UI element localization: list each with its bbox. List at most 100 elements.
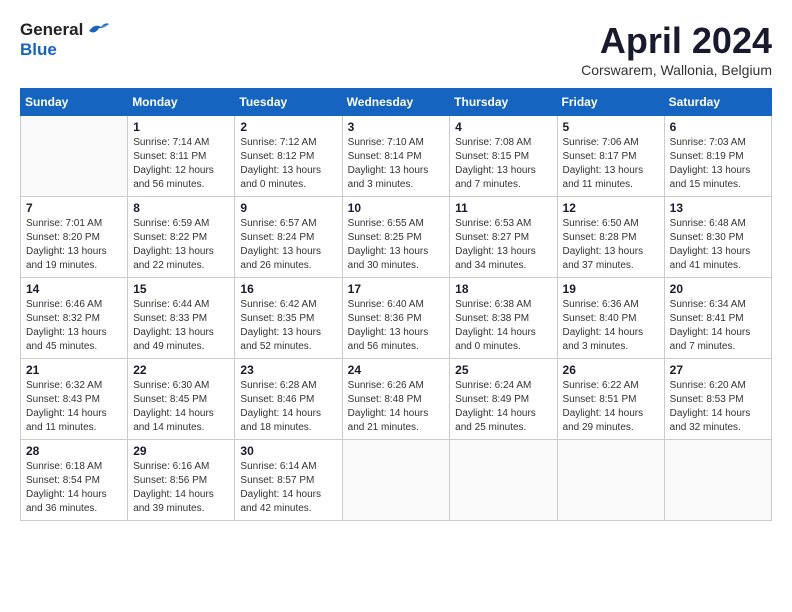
day-info: Sunrise: 6:30 AM Sunset: 8:45 PM Dayligh… — [133, 379, 229, 435]
day-info: Sunrise: 6:22 AM Sunset: 8:51 PM Dayligh… — [563, 379, 659, 435]
title-area: April 2024 Corswarem, Wallonia, Belgium — [581, 20, 772, 78]
calendar-cell: 5 Sunrise: 7:06 AM Sunset: 8:17 PM Daylig… — [557, 116, 664, 197]
day-number: 11 — [455, 201, 551, 215]
calendar-header-wednesday: Wednesday — [342, 89, 450, 116]
day-number: 18 — [455, 282, 551, 296]
logo-blue: Blue — [20, 40, 57, 60]
calendar-header-monday: Monday — [128, 89, 235, 116]
day-number: 25 — [455, 363, 551, 377]
day-info: Sunrise: 6:20 AM Sunset: 8:53 PM Dayligh… — [670, 379, 766, 435]
calendar-cell: 4 Sunrise: 7:08 AM Sunset: 8:15 PM Daylig… — [450, 116, 557, 197]
day-number: 29 — [133, 444, 229, 458]
day-info: Sunrise: 6:48 AM Sunset: 8:30 PM Dayligh… — [670, 217, 766, 273]
calendar-cell: 23Sunrise: 6:28 AM Sunset: 8:46 PM Dayli… — [235, 359, 342, 440]
calendar-cell: 12 Sunrise: 6:50 AM Sunset: 8:28 PM Dayli… — [557, 197, 664, 278]
calendar-week-row-2: 14 Sunrise: 6:46 AM Sunset: 8:32 PM Dayli… — [21, 278, 772, 359]
calendar-week-row-4: 28 Sunrise: 6:18 AM Sunset: 8:54 PM Dayli… — [21, 440, 772, 521]
day-info: Sunrise: 6:32 AM Sunset: 8:43 PM Dayligh… — [26, 379, 122, 435]
day-info: Sunrise: 6:18 AM Sunset: 8:54 PM Dayligh… — [26, 460, 122, 516]
calendar-cell: 24Sunrise: 6:26 AM Sunset: 8:48 PM Dayli… — [342, 359, 450, 440]
calendar-cell: 18 Sunrise: 6:38 AM Sunset: 8:38 PM Dayli… — [450, 278, 557, 359]
calendar-cell: 17Sunrise: 6:40 AM Sunset: 8:36 PM Dayli… — [342, 278, 450, 359]
calendar-cell — [450, 440, 557, 521]
day-number: 28 — [26, 444, 122, 458]
day-number: 27 — [670, 363, 766, 377]
logo-general: General — [20, 20, 83, 40]
day-number: 8 — [133, 201, 229, 215]
day-info: Sunrise: 6:50 AM Sunset: 8:28 PM Dayligh… — [563, 217, 659, 273]
calendar-cell: 14 Sunrise: 6:46 AM Sunset: 8:32 PM Dayli… — [21, 278, 128, 359]
day-number: 22 — [133, 363, 229, 377]
day-number: 21 — [26, 363, 122, 377]
day-number: 3 — [348, 120, 445, 134]
day-number: 15 — [133, 282, 229, 296]
calendar-cell: 15 Sunrise: 6:44 AM Sunset: 8:33 PM Dayli… — [128, 278, 235, 359]
calendar-header-sunday: Sunday — [21, 89, 128, 116]
day-info: Sunrise: 6:38 AM Sunset: 8:38 PM Dayligh… — [455, 298, 551, 354]
calendar-cell: 11Sunrise: 6:53 AM Sunset: 8:27 PM Dayli… — [450, 197, 557, 278]
day-number: 26 — [563, 363, 659, 377]
month-title: April 2024 — [581, 20, 772, 62]
day-info: Sunrise: 6:16 AM Sunset: 8:56 PM Dayligh… — [133, 460, 229, 516]
day-info: Sunrise: 6:34 AM Sunset: 8:41 PM Dayligh… — [670, 298, 766, 354]
calendar-cell: 13 Sunrise: 6:48 AM Sunset: 8:30 PM Dayli… — [664, 197, 771, 278]
calendar-header-thursday: Thursday — [450, 89, 557, 116]
day-number: 17 — [348, 282, 445, 296]
calendar-cell: 8 Sunrise: 6:59 AM Sunset: 8:22 PM Daylig… — [128, 197, 235, 278]
calendar-week-row-1: 7Sunrise: 7:01 AM Sunset: 8:20 PM Daylig… — [21, 197, 772, 278]
day-info: Sunrise: 6:55 AM Sunset: 8:25 PM Dayligh… — [348, 217, 445, 273]
calendar-cell: 7Sunrise: 7:01 AM Sunset: 8:20 PM Daylig… — [21, 197, 128, 278]
calendar-cell: 30Sunrise: 6:14 AM Sunset: 8:57 PM Dayli… — [235, 440, 342, 521]
day-number: 2 — [240, 120, 336, 134]
calendar-cell: 21 Sunrise: 6:32 AM Sunset: 8:43 PM Dayli… — [21, 359, 128, 440]
calendar-cell: 9 Sunrise: 6:57 AM Sunset: 8:24 PM Daylig… — [235, 197, 342, 278]
calendar-cell: 1 Sunrise: 7:14 AM Sunset: 8:11 PM Daylig… — [128, 116, 235, 197]
calendar-cell — [557, 440, 664, 521]
calendar-cell: 29 Sunrise: 6:16 AM Sunset: 8:56 PM Dayli… — [128, 440, 235, 521]
calendar-header-row: SundayMondayTuesdayWednesdayThursdayFrid… — [21, 89, 772, 116]
day-info: Sunrise: 7:14 AM Sunset: 8:11 PM Dayligh… — [133, 136, 229, 192]
calendar-header-saturday: Saturday — [664, 89, 771, 116]
day-number: 10 — [348, 201, 445, 215]
calendar-week-row-0: 1 Sunrise: 7:14 AM Sunset: 8:11 PM Daylig… — [21, 116, 772, 197]
calendar-cell: 10 Sunrise: 6:55 AM Sunset: 8:25 PM Dayli… — [342, 197, 450, 278]
calendar-cell: 16Sunrise: 6:42 AM Sunset: 8:35 PM Dayli… — [235, 278, 342, 359]
day-info: Sunrise: 6:36 AM Sunset: 8:40 PM Dayligh… — [563, 298, 659, 354]
day-info: Sunrise: 6:59 AM Sunset: 8:22 PM Dayligh… — [133, 217, 229, 273]
day-number: 30 — [240, 444, 336, 458]
calendar-cell: 2Sunrise: 7:12 AM Sunset: 8:12 PM Daylig… — [235, 116, 342, 197]
day-number: 9 — [240, 201, 336, 215]
calendar-cell: 19 Sunrise: 6:36 AM Sunset: 8:40 PM Dayli… — [557, 278, 664, 359]
day-info: Sunrise: 7:10 AM Sunset: 8:14 PM Dayligh… — [348, 136, 445, 192]
day-info: Sunrise: 7:06 AM Sunset: 8:17 PM Dayligh… — [563, 136, 659, 192]
calendar-header-friday: Friday — [557, 89, 664, 116]
day-number: 6 — [670, 120, 766, 134]
day-info: Sunrise: 6:24 AM Sunset: 8:49 PM Dayligh… — [455, 379, 551, 435]
calendar-cell: 26 Sunrise: 6:22 AM Sunset: 8:51 PM Dayli… — [557, 359, 664, 440]
calendar-cell — [21, 116, 128, 197]
calendar-cell: 22 Sunrise: 6:30 AM Sunset: 8:45 PM Dayli… — [128, 359, 235, 440]
header: General Blue April 2024 Corswarem, Wallo… — [20, 20, 772, 78]
logo-bird-icon — [87, 21, 109, 39]
day-number: 5 — [563, 120, 659, 134]
day-number: 12 — [563, 201, 659, 215]
day-info: Sunrise: 7:03 AM Sunset: 8:19 PM Dayligh… — [670, 136, 766, 192]
day-number: 24 — [348, 363, 445, 377]
day-info: Sunrise: 6:57 AM Sunset: 8:24 PM Dayligh… — [240, 217, 336, 273]
day-number: 13 — [670, 201, 766, 215]
calendar-header-tuesday: Tuesday — [235, 89, 342, 116]
day-info: Sunrise: 6:44 AM Sunset: 8:33 PM Dayligh… — [133, 298, 229, 354]
day-info: Sunrise: 7:01 AM Sunset: 8:20 PM Dayligh… — [26, 217, 122, 273]
calendar-cell: 3 Sunrise: 7:10 AM Sunset: 8:14 PM Daylig… — [342, 116, 450, 197]
day-info: Sunrise: 6:28 AM Sunset: 8:46 PM Dayligh… — [240, 379, 336, 435]
day-number: 4 — [455, 120, 551, 134]
day-number: 19 — [563, 282, 659, 296]
calendar-cell — [342, 440, 450, 521]
calendar-table: SundayMondayTuesdayWednesdayThursdayFrid… — [20, 88, 772, 521]
day-info: Sunrise: 7:08 AM Sunset: 8:15 PM Dayligh… — [455, 136, 551, 192]
day-number: 1 — [133, 120, 229, 134]
calendar-cell: 6 Sunrise: 7:03 AM Sunset: 8:19 PM Daylig… — [664, 116, 771, 197]
day-info: Sunrise: 6:46 AM Sunset: 8:32 PM Dayligh… — [26, 298, 122, 354]
day-info: Sunrise: 6:42 AM Sunset: 8:35 PM Dayligh… — [240, 298, 336, 354]
day-number: 14 — [26, 282, 122, 296]
